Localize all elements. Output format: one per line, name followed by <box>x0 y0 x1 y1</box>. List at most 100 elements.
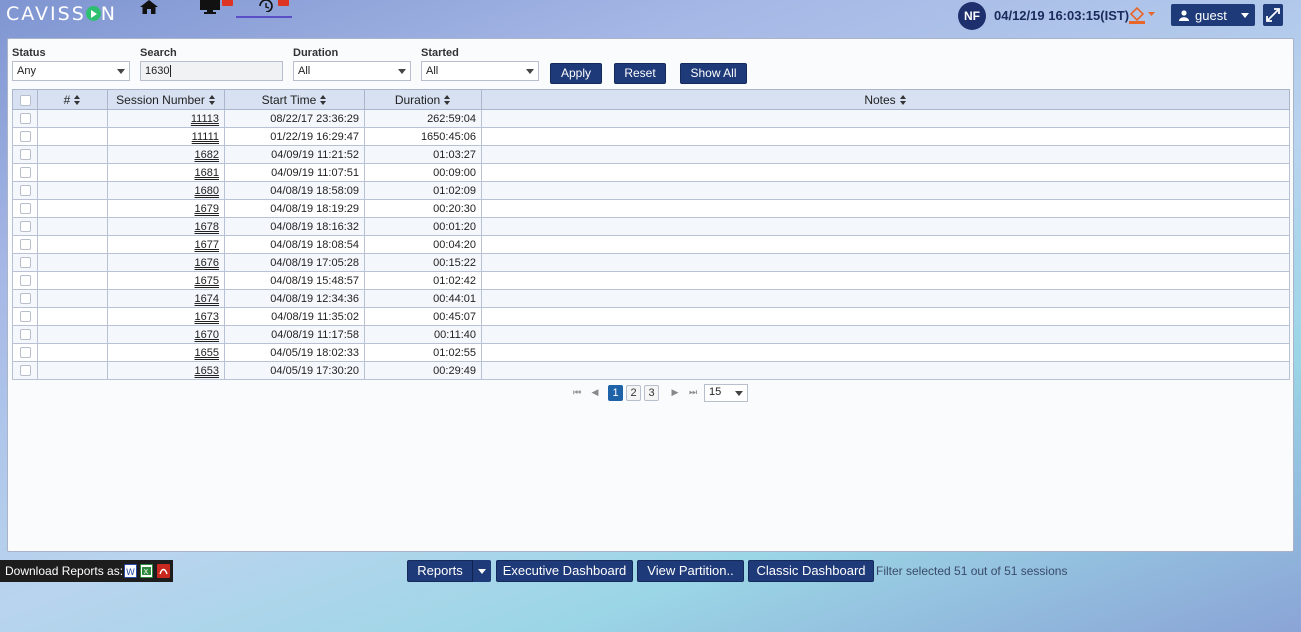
home-icon[interactable] <box>140 0 164 16</box>
select-all-checkbox[interactable] <box>19 94 31 106</box>
table-row[interactable]: 1681 04/09/19 11:07:51 00:09:00 <box>12 163 1290 182</box>
expand-button[interactable] <box>1263 4 1283 26</box>
row-checkbox[interactable] <box>19 221 31 233</box>
table-row[interactable]: 11113 08/22/17 23:36:29 262:59:04 <box>12 109 1290 128</box>
row-select-cell[interactable] <box>12 145 38 164</box>
row-select-cell[interactable] <box>12 361 38 380</box>
row-checkbox[interactable] <box>19 185 31 197</box>
session-link[interactable]: 1680 <box>195 185 219 197</box>
row-checkbox[interactable] <box>19 275 31 287</box>
session-link[interactable]: 1676 <box>195 257 219 269</box>
row-select-cell[interactable] <box>12 307 38 326</box>
table-row[interactable]: 1680 04/08/19 18:58:09 01:02:09 <box>12 181 1290 200</box>
row-select-cell[interactable] <box>12 109 38 128</box>
session-number-cell[interactable]: 1676 <box>107 253 225 272</box>
monitor-icon[interactable] <box>200 0 224 16</box>
table-row[interactable]: 1673 04/08/19 11:35:02 00:45:07 <box>12 307 1290 326</box>
page-1[interactable]: 1 <box>608 385 623 401</box>
apply-button[interactable]: Apply <box>550 63 602 84</box>
session-number-header[interactable]: Session Number <box>107 89 225 110</box>
reports-button[interactable]: Reports <box>407 560 473 582</box>
session-number-cell[interactable]: 1670 <box>107 325 225 344</box>
row-checkbox[interactable] <box>19 239 31 251</box>
word-file-icon[interactable]: W <box>124 564 137 578</box>
page-size-select[interactable]: 15 <box>704 384 748 402</box>
row-checkbox[interactable] <box>19 293 31 305</box>
session-link[interactable]: 11111 <box>192 131 219 143</box>
session-link[interactable]: 1670 <box>195 329 219 341</box>
session-link[interactable]: 1674 <box>195 293 219 305</box>
row-select-cell[interactable] <box>12 181 38 200</box>
row-checkbox[interactable] <box>19 311 31 323</box>
index-header[interactable]: # <box>37 89 108 110</box>
row-select-cell[interactable] <box>12 217 38 236</box>
view-partition-button[interactable]: View Partition.. <box>637 560 744 582</box>
session-link[interactable]: 1677 <box>195 239 219 251</box>
reports-dropdown-toggle[interactable] <box>472 560 491 582</box>
next-page-icon[interactable]: ▶ <box>669 385 681 401</box>
row-select-cell[interactable] <box>12 127 38 146</box>
session-link[interactable]: 1653 <box>195 365 219 377</box>
row-checkbox[interactable] <box>19 347 31 359</box>
session-number-cell[interactable]: 1675 <box>107 271 225 290</box>
executive-dashboard-button[interactable]: Executive Dashboard <box>496 560 633 582</box>
status-select[interactable]: Any <box>12 61 130 81</box>
duration-select[interactable]: All <box>293 61 411 81</box>
session-number-cell[interactable]: 1679 <box>107 199 225 218</box>
row-select-cell[interactable] <box>12 271 38 290</box>
duration-header[interactable]: Duration <box>364 89 482 110</box>
reset-button[interactable]: Reset <box>614 63 666 84</box>
table-row[interactable]: 11111 01/22/19 16:29:47 1650:45:06 <box>12 127 1290 146</box>
table-row[interactable]: 1674 04/08/19 12:34:36 00:44:01 <box>12 289 1290 308</box>
table-row[interactable]: 1653 04/05/19 17:30:20 00:29:49 <box>12 361 1290 380</box>
start-time-header[interactable]: Start Time <box>224 89 365 110</box>
table-row[interactable]: 1675 04/08/19 15:48:57 01:02:42 <box>12 271 1290 290</box>
page-2[interactable]: 2 <box>626 385 641 401</box>
session-link[interactable]: 1673 <box>195 311 219 323</box>
user-menu-button[interactable]: guest <box>1171 4 1255 26</box>
table-row[interactable]: 1676 04/08/19 17:05:28 00:15:22 <box>12 253 1290 272</box>
session-link[interactable]: 1655 <box>195 347 219 359</box>
last-page-icon[interactable]: ⏭ <box>687 385 699 401</box>
session-number-cell[interactable]: 1673 <box>107 307 225 326</box>
row-select-cell[interactable] <box>12 199 38 218</box>
row-checkbox[interactable] <box>19 113 31 125</box>
table-row[interactable]: 1678 04/08/19 18:16:32 00:01:20 <box>12 217 1290 236</box>
search-input[interactable]: 1630 <box>140 61 283 81</box>
row-select-cell[interactable] <box>12 343 38 362</box>
session-number-cell[interactable]: 1682 <box>107 145 225 164</box>
row-checkbox[interactable] <box>19 203 31 215</box>
notes-header[interactable]: Notes <box>481 89 1290 110</box>
classic-dashboard-button[interactable]: Classic Dashboard <box>748 560 874 582</box>
excel-file-icon[interactable]: X <box>140 564 153 578</box>
row-checkbox[interactable] <box>19 149 31 161</box>
select-all-header[interactable] <box>12 89 38 110</box>
row-select-cell[interactable] <box>12 289 38 308</box>
first-page-icon[interactable]: ⏮ <box>571 385 583 401</box>
session-link[interactable]: 1679 <box>195 203 219 215</box>
session-number-cell[interactable]: 1680 <box>107 181 225 200</box>
session-number-cell[interactable]: 1655 <box>107 343 225 362</box>
session-link[interactable]: 1682 <box>195 149 219 161</box>
session-number-cell[interactable]: 1678 <box>107 217 225 236</box>
session-link[interactable]: 1678 <box>195 221 219 233</box>
session-link[interactable]: 1675 <box>195 275 219 287</box>
table-row[interactable]: 1679 04/08/19 18:19:29 00:20:30 <box>12 199 1290 218</box>
session-number-cell[interactable]: 11113 <box>107 109 225 128</box>
paint-bucket-icon[interactable] <box>1128 6 1156 24</box>
row-checkbox[interactable] <box>19 329 31 341</box>
session-number-cell[interactable]: 1653 <box>107 361 225 380</box>
row-checkbox[interactable] <box>19 257 31 269</box>
table-row[interactable]: 1655 04/05/19 18:02:33 01:02:55 <box>12 343 1290 362</box>
session-number-cell[interactable]: 1681 <box>107 163 225 182</box>
row-select-cell[interactable] <box>12 163 38 182</box>
row-checkbox[interactable] <box>19 365 31 377</box>
session-number-cell[interactable]: 11111 <box>107 127 225 146</box>
session-number-cell[interactable]: 1674 <box>107 289 225 308</box>
table-row[interactable]: 1682 04/09/19 11:21:52 01:03:27 <box>12 145 1290 164</box>
session-number-cell[interactable]: 1677 <box>107 235 225 254</box>
page-3[interactable]: 3 <box>644 385 659 401</box>
row-checkbox[interactable] <box>19 131 31 143</box>
table-row[interactable]: 1670 04/08/19 11:17:58 00:11:40 <box>12 325 1290 344</box>
row-select-cell[interactable] <box>12 325 38 344</box>
